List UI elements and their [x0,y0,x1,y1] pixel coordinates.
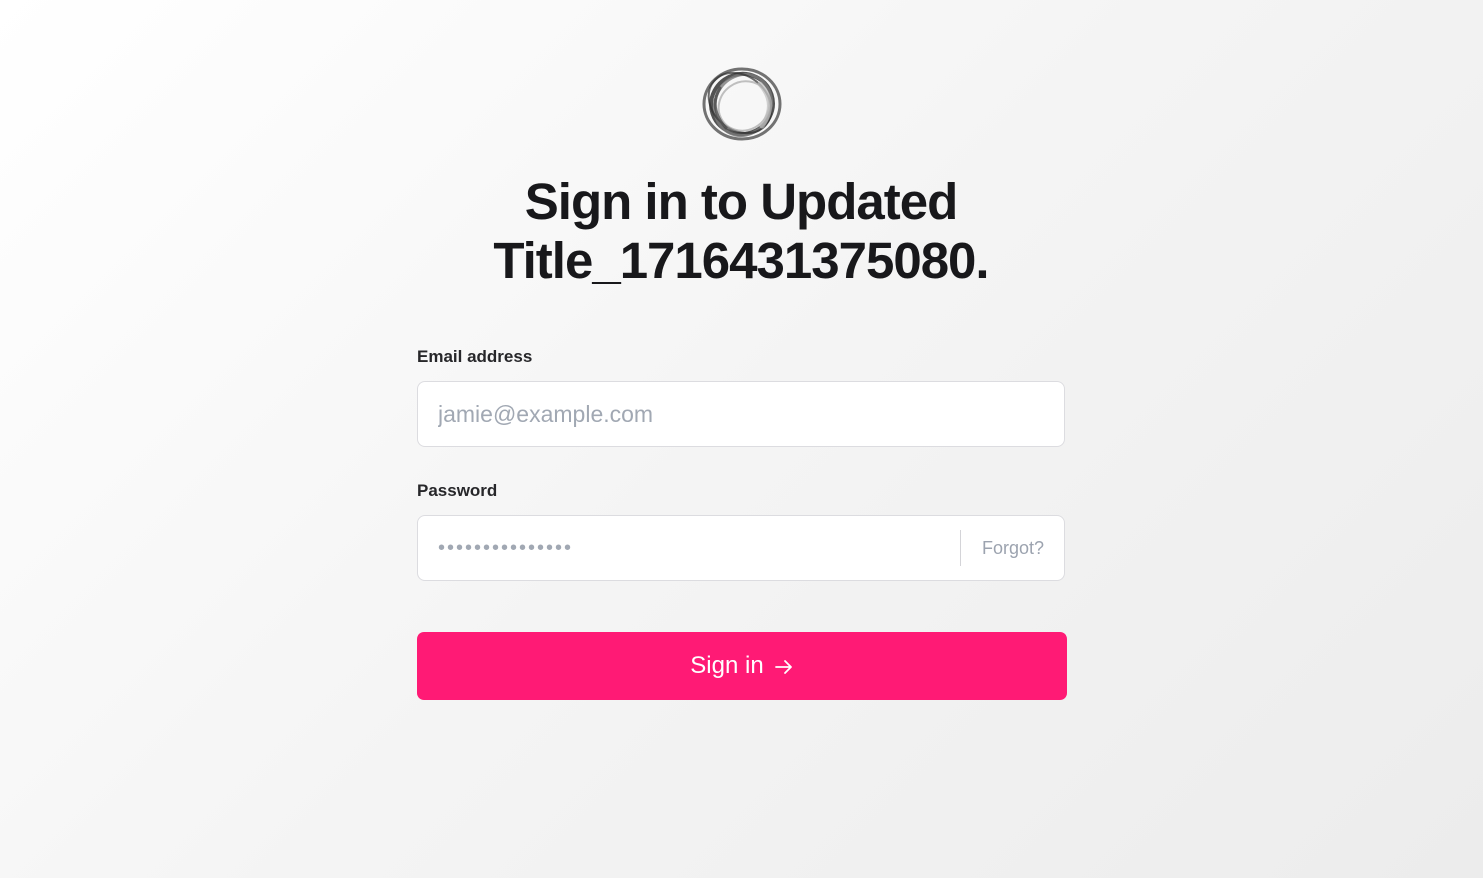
sign-in-button[interactable]: Sign in [417,632,1067,700]
email-label: Email address [417,347,533,366]
sign-in-label: Sign in [690,652,764,679]
password-field-container: Forgot? [417,515,1065,581]
page-title: Sign in to Updated Title_1716431375080. [493,173,989,289]
email-field[interactable] [418,382,1064,446]
forgot-password-link[interactable]: Forgot? [982,516,1044,580]
password-divider [960,530,961,566]
password-label: Password [417,481,498,500]
email-field-container [417,381,1065,447]
password-field[interactable] [418,516,958,580]
ring-logo-icon [700,64,784,144]
arrow-right-icon [774,656,794,676]
